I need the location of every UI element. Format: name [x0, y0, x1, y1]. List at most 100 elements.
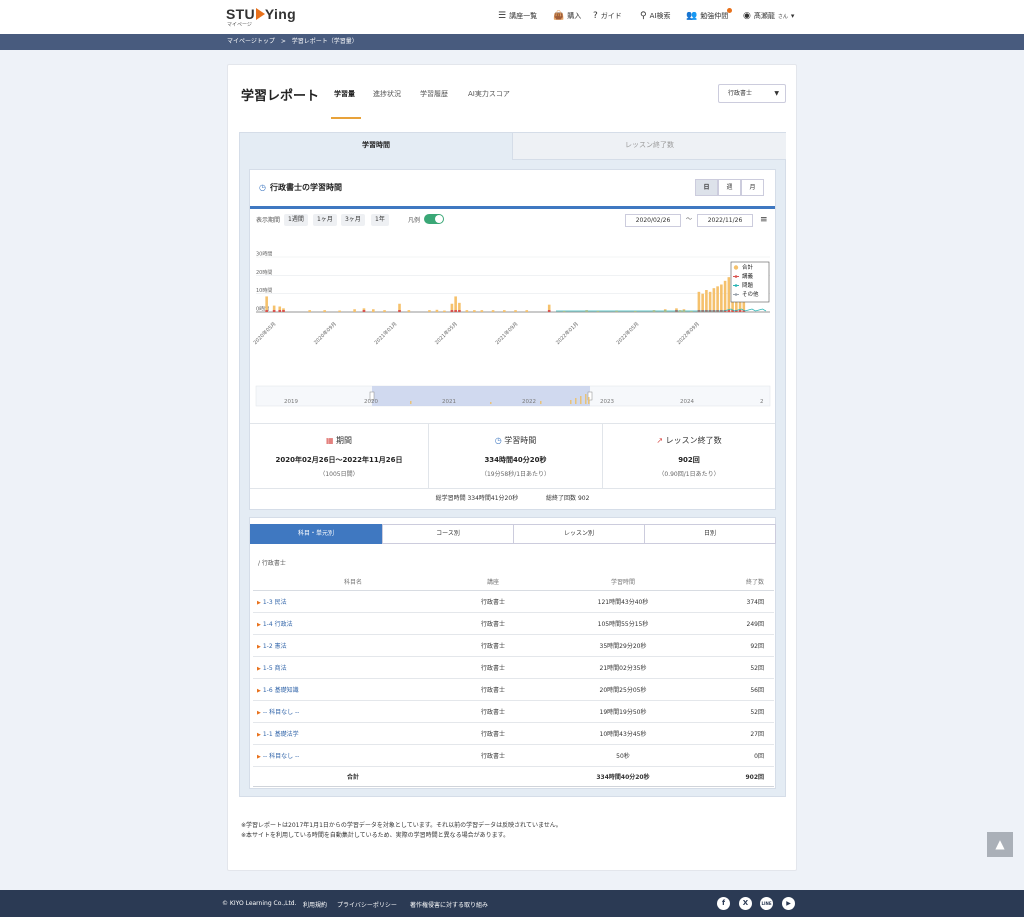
time-cell: 105時間55分15秒: [533, 612, 713, 635]
nav-study-buddies[interactable]: 👥 勉強仲間: [686, 11, 728, 21]
calendar-icon: ▦: [325, 436, 334, 445]
subject-breakdown-card: 科目・単元別 コース別 レッスン別 日別 / 行政書士 科目名 講座 学習時間 …: [249, 517, 776, 789]
tab-by-course[interactable]: コース別: [382, 524, 514, 544]
navigator-mini-bar: [580, 396, 582, 404]
x-tick-label: 2021年09月: [494, 320, 520, 346]
y-tick-label: 10時間: [256, 288, 272, 294]
top-header: STU Ying マイページ ☰ 講座一覧 👜 購入 ? ガイド ⚲ AI検索 👥 勉強仲間…: [0, 0, 1024, 34]
report-card: 学習レポート 学習量 進捗状況 学習履歴 AI実力スコア 行政書士 ▼ 学習時間 …: [227, 64, 797, 871]
search-icon: ⚲: [640, 10, 647, 21]
tab-ai-score[interactable]: AI実力スコア: [468, 89, 510, 99]
hamburger-menu-icon[interactable]: ≡: [760, 216, 768, 225]
subject-name[interactable]: ▶ -- 科目なし --: [253, 700, 453, 723]
count-cell: 56回: [713, 678, 774, 701]
subject-name[interactable]: ▶ 1-5 商法: [253, 656, 453, 679]
footer-link-terms[interactable]: 利用規約: [303, 900, 327, 909]
nav-ai-search[interactable]: ⚲ AI検索: [640, 11, 670, 21]
granularity-day[interactable]: 日: [695, 179, 718, 196]
count-cell: 92回: [713, 634, 774, 657]
list-icon: ☰: [498, 10, 507, 21]
footer-link-copyright[interactable]: 著作権侵害に対する取り組み: [410, 900, 488, 909]
bar-total: [428, 310, 431, 312]
table-row[interactable]: ▶ 1-1 基礎法学 行政書士 10時間43分45秒 27回: [253, 722, 774, 745]
tab-lesson-count[interactable]: レッスン終了数: [512, 133, 786, 160]
subject-name[interactable]: ▶ 1-4 行政法: [253, 612, 453, 635]
x-icon[interactable]: X: [739, 897, 752, 910]
caret-right-icon: ▶: [257, 731, 261, 738]
bar-lecture: [282, 310, 285, 312]
nav-purchase[interactable]: 👜 購入: [553, 11, 581, 21]
tab-history[interactable]: 学習履歴: [420, 89, 448, 99]
bar-total: [491, 310, 495, 312]
table-row[interactable]: ▶ 1-6 基礎知識 行政書士 20時間25分05秒 56回: [253, 678, 774, 701]
stat-lessons-value: 902回: [678, 456, 700, 464]
x-tick-label: 2020年09月: [312, 320, 338, 346]
time-cell: 50秒: [533, 744, 713, 767]
col-time: 学習時間: [533, 574, 713, 591]
date-from-input[interactable]: 2020/02/26: [625, 214, 681, 227]
subject-name[interactable]: ▶ 1-2 憲法: [253, 634, 453, 657]
total-row: 合計 334時間40分20秒 902回: [253, 766, 774, 787]
tab-by-day[interactable]: 日別: [644, 524, 776, 544]
course-cell: 行政書士: [453, 612, 533, 635]
legend-toggle[interactable]: [424, 214, 444, 224]
granularity-week[interactable]: 週: [718, 179, 741, 196]
course-cell: 行政書士: [453, 722, 533, 745]
nav-guide[interactable]: ? ガイド: [593, 11, 622, 21]
studying-logo[interactable]: STU Ying: [226, 6, 296, 22]
scroll-top-button[interactable]: ▲: [987, 832, 1013, 857]
table-row[interactable]: ▶ 1-3 民法 行政書士 121時間43分40秒 374回: [253, 590, 774, 613]
breadcrumb-current: 学習レポート（学習量）: [291, 38, 358, 45]
table-row[interactable]: ▶ -- 科目なし -- 行政書士 50秒 0回: [253, 744, 774, 767]
course-cell: 行政書士: [453, 634, 533, 657]
period-1month[interactable]: 1ヶ月: [313, 214, 337, 226]
navigator-mini-bar: [575, 398, 577, 404]
table-row[interactable]: ▶ 1-4 行政法 行政書士 105時間55分15秒 249回: [253, 612, 774, 635]
subject-name[interactable]: ▶ 1-6 基礎知識: [253, 678, 453, 701]
tab-progress[interactable]: 進捗状況: [373, 89, 401, 99]
facebook-icon[interactable]: f: [717, 897, 730, 910]
exam-select[interactable]: 行政書士 ▼: [718, 84, 786, 103]
col-subject: 科目名: [253, 574, 453, 591]
navigator-mini-bar: [540, 401, 542, 404]
period-1year[interactable]: 1年: [371, 214, 389, 226]
caret-right-icon: ▶: [257, 643, 261, 650]
navigator-window: [372, 386, 590, 406]
tab-by-lesson[interactable]: レッスン別: [513, 524, 645, 544]
count-cell: 52回: [713, 656, 774, 679]
breadcrumb: マイページトップ > 学習レポート（学習量）: [0, 34, 1024, 50]
date-to-input[interactable]: 2022/11/26: [697, 214, 753, 227]
legend-label: 問題: [742, 282, 754, 289]
tab-study-time[interactable]: 学習時間: [240, 133, 512, 160]
x-tick-label: 2022年05月: [615, 320, 641, 346]
count-cell: 0回: [713, 744, 774, 767]
legend-label: 凡例: [408, 217, 421, 224]
granularity-month[interactable]: 月: [741, 179, 764, 196]
nav-courses[interactable]: ☰ 講座一覧: [498, 11, 537, 21]
youtube-icon[interactable]: ▶: [782, 897, 795, 910]
legend-swatch: [733, 265, 739, 270]
breadcrumb-home[interactable]: マイページトップ: [227, 38, 275, 45]
legend-swatch: [734, 284, 738, 287]
nav-user-menu[interactable]: ◉ 髙瀬龍 さん ▾: [743, 11, 794, 21]
subject-name[interactable]: ▶ 1-1 基礎法学: [253, 722, 453, 745]
subject-name[interactable]: ▶ -- 科目なし --: [253, 744, 453, 767]
tab-by-subject[interactable]: 科目・単元別: [250, 524, 382, 544]
line-icon[interactable]: LINE: [760, 897, 773, 910]
course-cell: 行政書士: [453, 656, 533, 679]
table-row[interactable]: ▶ 1-5 商法 行政書士 21時間02分35秒 52回: [253, 656, 774, 679]
table-row[interactable]: ▶ 1-2 憲法 行政書士 35時間29分20秒 92回: [253, 634, 774, 657]
bar-lecture: [265, 310, 268, 312]
study-time-chart: 0時間10時間20時間30時間2020年05月 2020年09月 2021年01月 2…: [252, 252, 771, 407]
footer-link-privacy[interactable]: プライバシーポリシー: [337, 900, 397, 909]
tab-study-volume[interactable]: 学習量: [334, 89, 355, 99]
period-1week[interactable]: 1週間: [284, 214, 308, 226]
stat-time-sub: （19分58秒/1日あたり）: [480, 471, 551, 478]
time-cell: 20時間25分05秒: [533, 678, 713, 701]
table-row[interactable]: ▶ -- 科目なし -- 行政書士 19時間19分50秒 52回: [253, 700, 774, 723]
bar-total: [435, 309, 439, 312]
period-3months[interactable]: 3ヶ月: [341, 214, 365, 226]
bar-total: [372, 309, 375, 312]
chart-title: ◷ 行政書士の学習時間: [259, 183, 342, 192]
subject-name[interactable]: ▶ 1-3 民法: [253, 590, 453, 613]
